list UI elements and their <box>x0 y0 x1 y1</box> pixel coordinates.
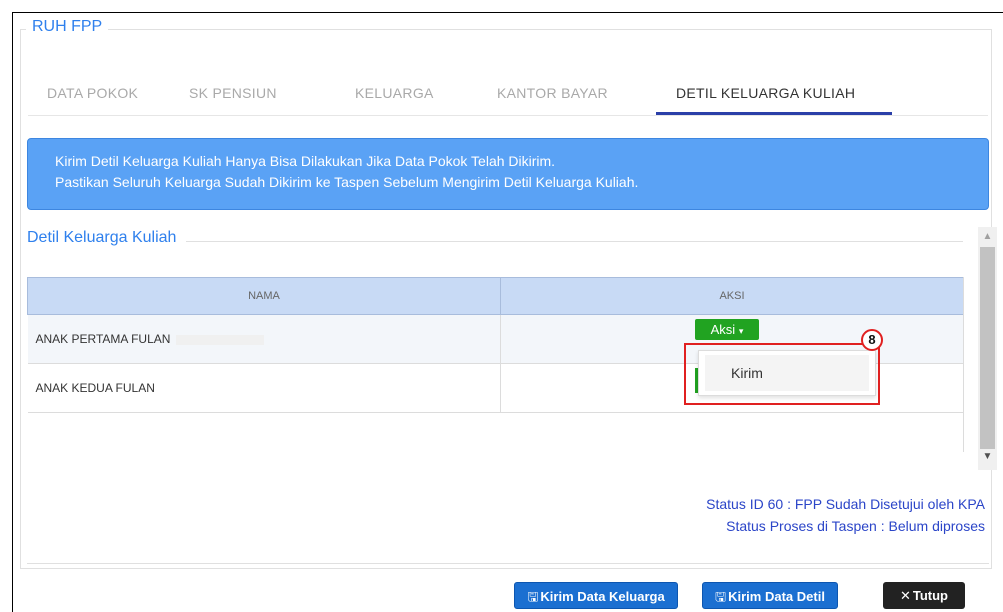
aksi-dropdown-button[interactable]: Aksi ▾ <box>695 319 759 340</box>
kirim-data-detil-label: Kirim Data Detil <box>728 589 825 604</box>
tab-data-pokok[interactable]: DATA POKOK <box>47 85 138 101</box>
close-icon: ✕ <box>899 588 911 603</box>
aksi-button-label: Aksi <box>710 322 736 337</box>
alert-line-2: Pastikan Seluruh Keluarga Sudah Dikirim … <box>55 174 639 190</box>
status-id-text: Status ID 60 : FPP Sudah Disetujui oleh … <box>706 496 985 512</box>
tab-detil-keluarga-kuliah[interactable]: DETIL KELUARGA KULIAH <box>676 85 855 101</box>
redacted-text <box>176 334 265 345</box>
tab-sk-pensiun[interactable]: SK PENSIUN <box>189 85 277 101</box>
info-alert: Kirim Detil Keluarga Kuliah Hanya Bisa D… <box>27 138 989 210</box>
scroll-up-arrow-icon[interactable]: ▲ <box>978 227 997 247</box>
annotation-step-badge: 8 <box>861 329 883 351</box>
section-title: Detil Keluarga Kuliah <box>27 229 187 247</box>
kirim-data-keluarga-button[interactable]: 🖫 Kirim Data Keluarga <box>514 582 678 609</box>
active-tab-indicator <box>656 112 892 115</box>
frame-gap <box>0 461 12 612</box>
tab-divider <box>28 115 988 116</box>
save-icon: 🖫 <box>527 589 539 604</box>
column-header-aksi: AKSI <box>500 277 964 315</box>
table-cell-nama: ANAK PERTAMA FULAN <box>27 314 501 364</box>
save-icon: 🖫 <box>715 589 727 604</box>
status-proses-text: Status Proses di Taspen : Belum diproses <box>726 518 985 534</box>
row-name: ANAK KEDUA FULAN <box>35 381 155 395</box>
kirim-data-keluarga-label: Kirim Data Keluarga <box>540 589 665 604</box>
scrollbar-thumb[interactable] <box>980 247 995 449</box>
table-cell-nama: ANAK KEDUA FULAN <box>27 363 501 413</box>
scroll-down-arrow-icon[interactable]: ▼ <box>978 447 997 467</box>
tab-kantor-bayar[interactable]: KANTOR BAYAR <box>497 85 608 101</box>
alert-line-1: Kirim Detil Keluarga Kuliah Hanya Bisa D… <box>55 153 556 169</box>
table-right-border <box>963 277 964 452</box>
tab-keluarga[interactable]: KELUARGA <box>355 85 434 101</box>
tutup-label: Tutup <box>912 588 949 603</box>
tutup-button[interactable]: ✕ Tutup <box>883 582 965 609</box>
kirim-data-detil-button[interactable]: 🖫 Kirim Data Detil <box>702 582 838 609</box>
caret-down-icon: ▾ <box>738 326 744 336</box>
panel-legend: RUH FPP <box>26 18 109 36</box>
column-header-nama: NAMA <box>27 277 501 315</box>
row-name: ANAK PERTAMA FULAN <box>35 332 171 346</box>
footer-divider <box>27 563 989 564</box>
annotation-highlight-box <box>684 343 880 405</box>
